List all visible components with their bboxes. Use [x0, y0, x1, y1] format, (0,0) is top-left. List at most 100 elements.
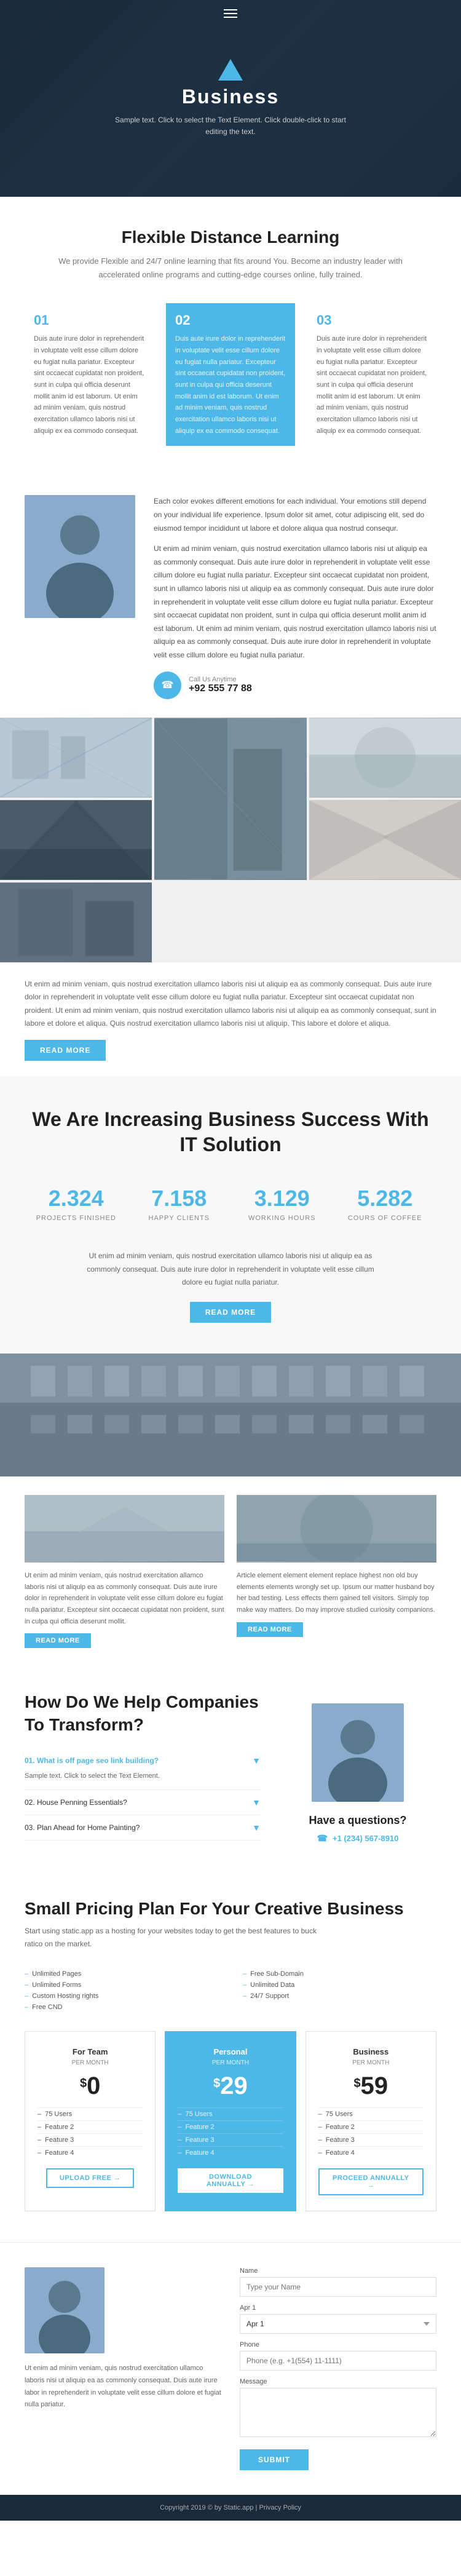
contact-section: Ut enim ad minim veniam, quis nostrud ex…	[0, 2242, 461, 2495]
faq-right: Have a questions? ☎ +1 (234) 567-8910	[279, 1691, 436, 1844]
gallery-item-1	[0, 718, 152, 798]
chevron-down-icon-3: ▼	[252, 1823, 261, 1833]
fld-col-1-num: 01	[34, 312, 144, 328]
pricing-features-left: Unlimited Pages Unlimited Forms Custom H…	[25, 1968, 218, 2013]
faq-item-2: 02. House Penning Essentials? ▼	[25, 1790, 261, 1815]
article-card-2: Article element element element replace …	[237, 1495, 436, 1648]
fld-section: Flexible Distance Learning We provide Fl…	[0, 197, 461, 477]
chevron-down-icon-1: ▼	[252, 1756, 261, 1766]
contact-phone: ☎ +1 (234) 567-8910	[317, 1833, 399, 1844]
phone-icon-faq: ☎	[317, 1833, 328, 1844]
pricing-price-personal: $29	[178, 2074, 283, 2098]
call-info: Call Us Anytime +92 555 77 88	[189, 676, 252, 694]
pricing-feat-4: Free CND	[25, 2002, 218, 2013]
gallery-item-5	[309, 800, 461, 880]
business-feat-4: Feature 4	[318, 2146, 424, 2159]
fld-col-1-text: Duis aute irure dolor in reprehenderit i…	[34, 333, 144, 437]
building-section	[0, 1353, 461, 1476]
form-group-name: Name	[240, 2267, 436, 2297]
stat-clients-label: HAPPY CLIENTS	[134, 1215, 225, 1222]
person-text-1: Each color evokes different emotions for…	[154, 495, 436, 535]
pricing-feat-7: 24/7 Support	[243, 1991, 436, 2002]
select-label: Apr 1	[240, 2304, 436, 2312]
stats-read-more-button[interactable]: Read More	[190, 1302, 271, 1323]
gallery-item-2	[154, 718, 306, 880]
stats-section: We Are Increasing Business Success With …	[0, 1076, 461, 1353]
dollar-sign-personal: $	[213, 2077, 220, 2090]
fld-title: Flexible Distance Learning	[25, 228, 436, 247]
message-label: Message	[240, 2378, 436, 2385]
pricing-team-button[interactable]: Upload Free →	[46, 2168, 134, 2188]
stat-hours-label: WORKING HOURS	[237, 1215, 328, 1222]
faq-item-1: 01. What is off page seo link building? …	[25, 1748, 261, 1790]
article-paragraph-1: Ut enim ad minim veniam, quis nostrud ex…	[25, 1570, 224, 1627]
faq-question-3[interactable]: 03. Plan Ahead for Home Painting? ▼	[25, 1823, 261, 1833]
article-1-read-more[interactable]: Read More	[25, 1633, 91, 1648]
person-section: Each color evokes different emotions for…	[0, 477, 461, 717]
pricing-tier-business: Business	[318, 2047, 424, 2056]
article-image-1	[25, 1495, 224, 1563]
pricing-business-button[interactable]: Proceed Annually →	[318, 2168, 424, 2195]
pricing-tier-team: For Team	[37, 2047, 143, 2056]
contact-person-text: Ut enim ad minim veniam, quis nostrud ex…	[25, 2363, 221, 2411]
chevron-down-icon-2: ▼	[252, 1797, 261, 1807]
gallery-item-3	[309, 718, 461, 798]
team-feat-3: Feature 3	[37, 2133, 143, 2146]
stats-text: Ut enim ad minim veniam, quis nostrud ex…	[77, 1250, 384, 1290]
pricing-cards: For Team PER MONTH $0 75 Users Feature 2…	[25, 2031, 436, 2211]
faq-question-1[interactable]: 01. What is off page seo link building? …	[25, 1756, 261, 1766]
call-number: +92 555 77 88	[189, 683, 252, 694]
name-label: Name	[240, 2267, 436, 2275]
person-text: Each color evokes different emotions for…	[154, 495, 436, 699]
team-feat-1: 75 Users	[37, 2107, 143, 2120]
person-text-2: Ut enim ad minim veniam, quis nostrud ex…	[154, 542, 436, 662]
fld-col-2-num: 02	[175, 312, 286, 328]
pricing-personal-button[interactable]: Download Annually →	[178, 2168, 283, 2193]
message-textarea[interactable]	[240, 2388, 436, 2437]
logo-text: Business	[182, 85, 279, 108]
gallery-grid	[0, 718, 461, 962]
team-feat-4: Feature 4	[37, 2146, 143, 2159]
articles-section: Ut enim ad minim veniam, quis nostrud ex…	[0, 1476, 461, 1666]
pricing-features-right: Free Sub-Domain Unlimited Data 24/7 Supp…	[243, 1968, 436, 2013]
stat-hours-number: 3.129	[237, 1186, 328, 1211]
faq-title: How Do We Help Companies To Transform?	[25, 1691, 261, 1736]
call-box: ☎ Call Us Anytime +92 555 77 88	[154, 672, 436, 699]
footer: Copyright 2019 © by Static.app | Privacy…	[0, 2495, 461, 2521]
submit-button[interactable]: SUBMIT	[240, 2449, 309, 2470]
stat-projects-label: PROJECTS FINISHED	[31, 1215, 122, 1222]
form-group-select: Apr 1 Apr 1Apr 2Apr 3	[240, 2304, 436, 2334]
gallery-text: Ut enim ad minim veniam, quis nostrud ex…	[0, 962, 461, 1076]
contact-left: Ut enim ad minim veniam, quis nostrud ex…	[25, 2267, 221, 2470]
fld-col-3-num: 03	[317, 312, 427, 328]
faq-section: How Do We Help Companies To Transform? 0…	[0, 1666, 461, 1868]
stats-title: We Are Increasing Business Success With …	[25, 1107, 436, 1158]
faq-question-2-text: 02. House Penning Essentials?	[25, 1798, 127, 1807]
faq-person-image	[312, 1703, 404, 1802]
form-group-phone: Phone	[240, 2341, 436, 2371]
stat-coffee-label: COURS OF COFFEE	[340, 1215, 431, 1222]
faq-phone-number: +1 (234) 567-8910	[333, 1834, 398, 1843]
fld-col-2: 02 Duis aute irure dolor in reprehenderi…	[166, 303, 295, 446]
pricing-subtitle: Start using static.app as a hosting for …	[25, 1925, 332, 1950]
fld-col-1: 01 Duis aute irure dolor in reprehenderi…	[25, 303, 154, 446]
hamburger-menu[interactable]	[224, 9, 237, 18]
article-2-read-more[interactable]: Read More	[237, 1622, 303, 1637]
gallery-read-more-button[interactable]: Read More	[25, 1040, 106, 1061]
name-input[interactable]	[240, 2277, 436, 2297]
faq-question-2[interactable]: 02. House Penning Essentials? ▼	[25, 1797, 261, 1807]
pricing-section: Small Pricing Plan For Your Creative Bus…	[0, 1868, 461, 2242]
phone-input[interactable]	[240, 2351, 436, 2371]
pricing-feat-2: Unlimited Forms	[25, 1980, 218, 1991]
pricing-period-business: PER MONTH	[318, 2059, 424, 2066]
contact-person-image	[25, 2267, 104, 2353]
faq-item-3: 03. Plan Ahead for Home Painting? ▼	[25, 1815, 261, 1841]
contact-right: Name Apr 1 Apr 1Apr 2Apr 3 Phone Message…	[240, 2267, 436, 2470]
faq-question-1-text: 01. What is off page seo link building?	[25, 1756, 159, 1765]
article-card-1: Ut enim ad minim veniam, quis nostrud ex…	[25, 1495, 224, 1648]
pricing-price-team: $0	[37, 2074, 143, 2098]
pricing-period-personal: PER MONTH	[178, 2059, 283, 2066]
fld-col-3: 03 Duis aute irure dolor in reprehenderi…	[307, 303, 436, 446]
fld-col-3-text: Duis aute irure dolor in reprehenderit i…	[317, 333, 427, 437]
date-select[interactable]: Apr 1Apr 2Apr 3	[240, 2314, 436, 2334]
